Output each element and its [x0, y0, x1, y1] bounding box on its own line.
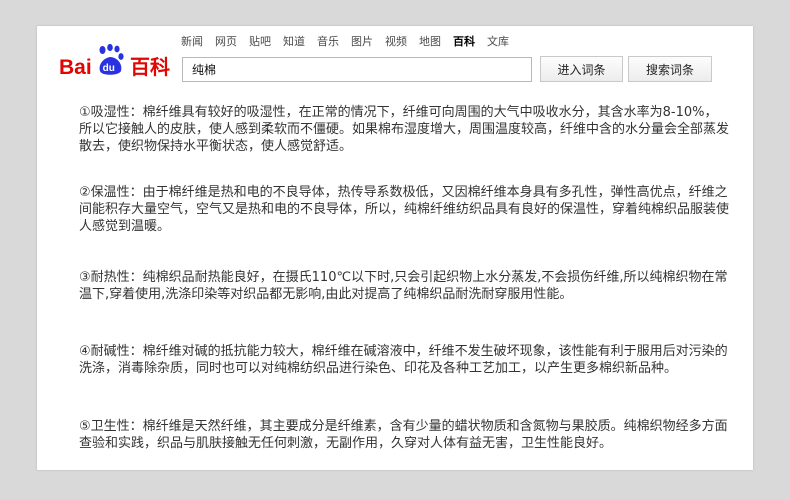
paragraph-hygiene: ⑤卫生性：棉纤维是天然纤维，其主要成分是纤维素，含有少量的蜡状物质和含氮物与果胶… [79, 419, 728, 451]
nav-video[interactable]: 视频 [385, 35, 407, 49]
nav-music[interactable]: 音乐 [317, 35, 339, 49]
search-input-value: 纯棉 [192, 63, 217, 77]
paragraph-alkali-resistance: ④耐碱性：棉纤维对碱的抵抗能力较大，棉纤维在碱溶液中，纤维不发生破坏现象，该性能… [79, 344, 728, 376]
logo-baike-text: 百科 [130, 55, 170, 79]
baidu-baike-logo[interactable]: Bai du 百科 [58, 44, 174, 84]
paragraph-moisture-absorption: ①吸湿性：棉纤维具有较好的吸湿性，在正常的情况下，纤维可向周围的大气中吸收水分，… [79, 105, 730, 154]
logo-bai-text: Bai [59, 56, 92, 79]
search-input[interactable]: 纯棉 [182, 57, 532, 82]
nav-map[interactable]: 地图 [419, 35, 441, 49]
nav-images[interactable]: 图片 [351, 35, 373, 49]
nav-news[interactable]: 新闻 [181, 35, 203, 49]
enter-entry-button[interactable]: 进入词条 [540, 56, 623, 82]
search-entry-button[interactable]: 搜索词条 [628, 56, 712, 82]
nav-zhidao[interactable]: 知道 [283, 35, 305, 49]
nav-web[interactable]: 网页 [215, 35, 237, 49]
nav-baike[interactable]: 百科 [453, 35, 475, 49]
paragraph-warmth-retention: ②保温性：由于棉纤维是热和电的不良导体，热传导系数极低，又因棉纤维本身具有多孔性… [79, 185, 730, 234]
nav-wenku[interactable]: 文库 [487, 35, 509, 49]
logo-du-text: du [103, 63, 115, 74]
page-card [37, 26, 753, 470]
paragraph-heat-resistance: ③耐热性：纯棉织品耐热能良好，在摄氏110℃以下时,只会引起织物上水分蒸发,不会… [79, 270, 728, 302]
top-nav: 新闻 网页 贴吧 知道 音乐 图片 视频 地图 百科 文库 [181, 35, 509, 49]
nav-tieba[interactable]: 贴吧 [249, 35, 271, 49]
